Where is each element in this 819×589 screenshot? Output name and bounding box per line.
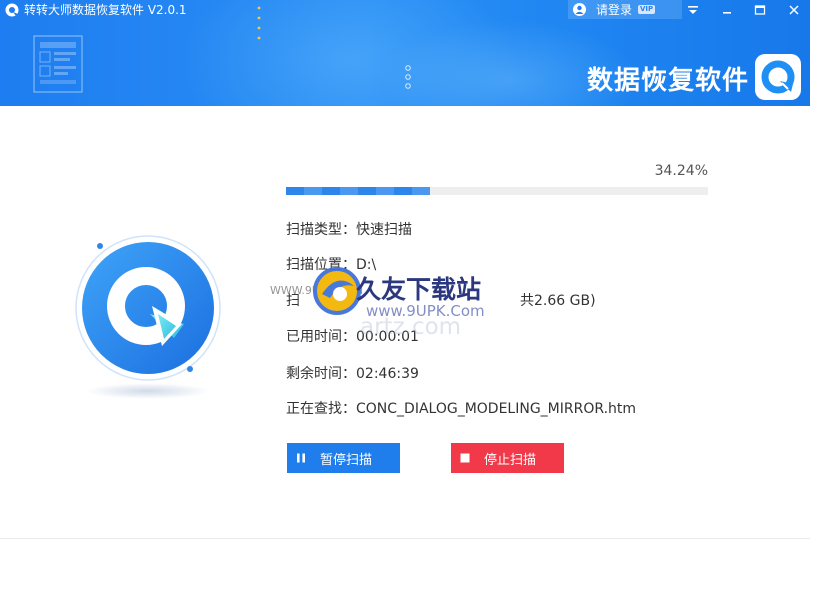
pause-icon	[295, 452, 307, 464]
watermark-url: www.9UPK.Com	[366, 302, 485, 320]
watermark-title: 久友下载站	[356, 275, 482, 304]
info-label: 剩余时间：	[286, 366, 356, 382]
info-value: 02:46:39	[356, 366, 419, 382]
menu-icon	[688, 5, 698, 14]
minimize-icon	[723, 11, 731, 14]
minimize-button[interactable]	[714, 0, 740, 19]
login-label: 请登录	[596, 3, 633, 17]
progress-percent: 34.24%	[654, 163, 708, 179]
progress-bar	[286, 187, 708, 195]
close-button[interactable]	[781, 0, 807, 19]
footer-divider	[0, 538, 810, 539]
maximize-icon	[754, 4, 766, 15]
pause-scan-button[interactable]: 暂停扫描	[287, 443, 400, 473]
progress-fill	[286, 187, 431, 195]
info-value: CONC_DIALOG_MODELING_MIRROR.htm	[356, 401, 637, 417]
app-logo-icon	[5, 3, 19, 17]
brand-logo-icon	[755, 54, 801, 100]
info-row-current-file: 正在查找：CONC_DIALOG_MODELING_MIRROR.htm	[286, 399, 636, 419]
stop-scan-label: 停止扫描	[484, 452, 537, 468]
info-row-remaining-time: 剩余时间：02:46:39	[286, 364, 419, 384]
dots-decoration-icon	[257, 6, 261, 40]
user-icon	[573, 3, 586, 16]
close-icon	[789, 4, 799, 15]
info-label: 扫描类型：	[286, 222, 356, 238]
stop-scan-button[interactable]: 停止扫描	[451, 443, 564, 473]
login-button[interactable]: 请登录 VIP	[568, 0, 682, 19]
info-value: 快速扫描	[356, 222, 412, 238]
pause-scan-label: 暂停扫描	[320, 452, 373, 468]
menu-button[interactable]	[680, 0, 706, 19]
scan-logo-icon	[75, 235, 221, 399]
vip-badge: VIP	[638, 5, 656, 14]
info-label: 正在查找：	[286, 401, 356, 417]
watermark-overlay: artz.com WWW.9UPK.COM 久友下载站 www.9UPK.Com	[248, 264, 538, 350]
info-row-scan-type: 扫描类型：快速扫描	[286, 220, 412, 240]
monitor-decoration-icon	[33, 35, 83, 93]
maximize-button[interactable]	[747, 0, 773, 19]
title-banner: 转转大师数据恢复软件 V2.0.1 请登录 VIP 数据恢复软件	[0, 0, 810, 106]
stop-icon	[459, 452, 471, 464]
brand-title: 数据恢复软件	[587, 66, 750, 96]
ring-dots-decoration-icon	[405, 65, 411, 89]
window-title: 转转大师数据恢复软件 V2.0.1	[24, 3, 187, 17]
